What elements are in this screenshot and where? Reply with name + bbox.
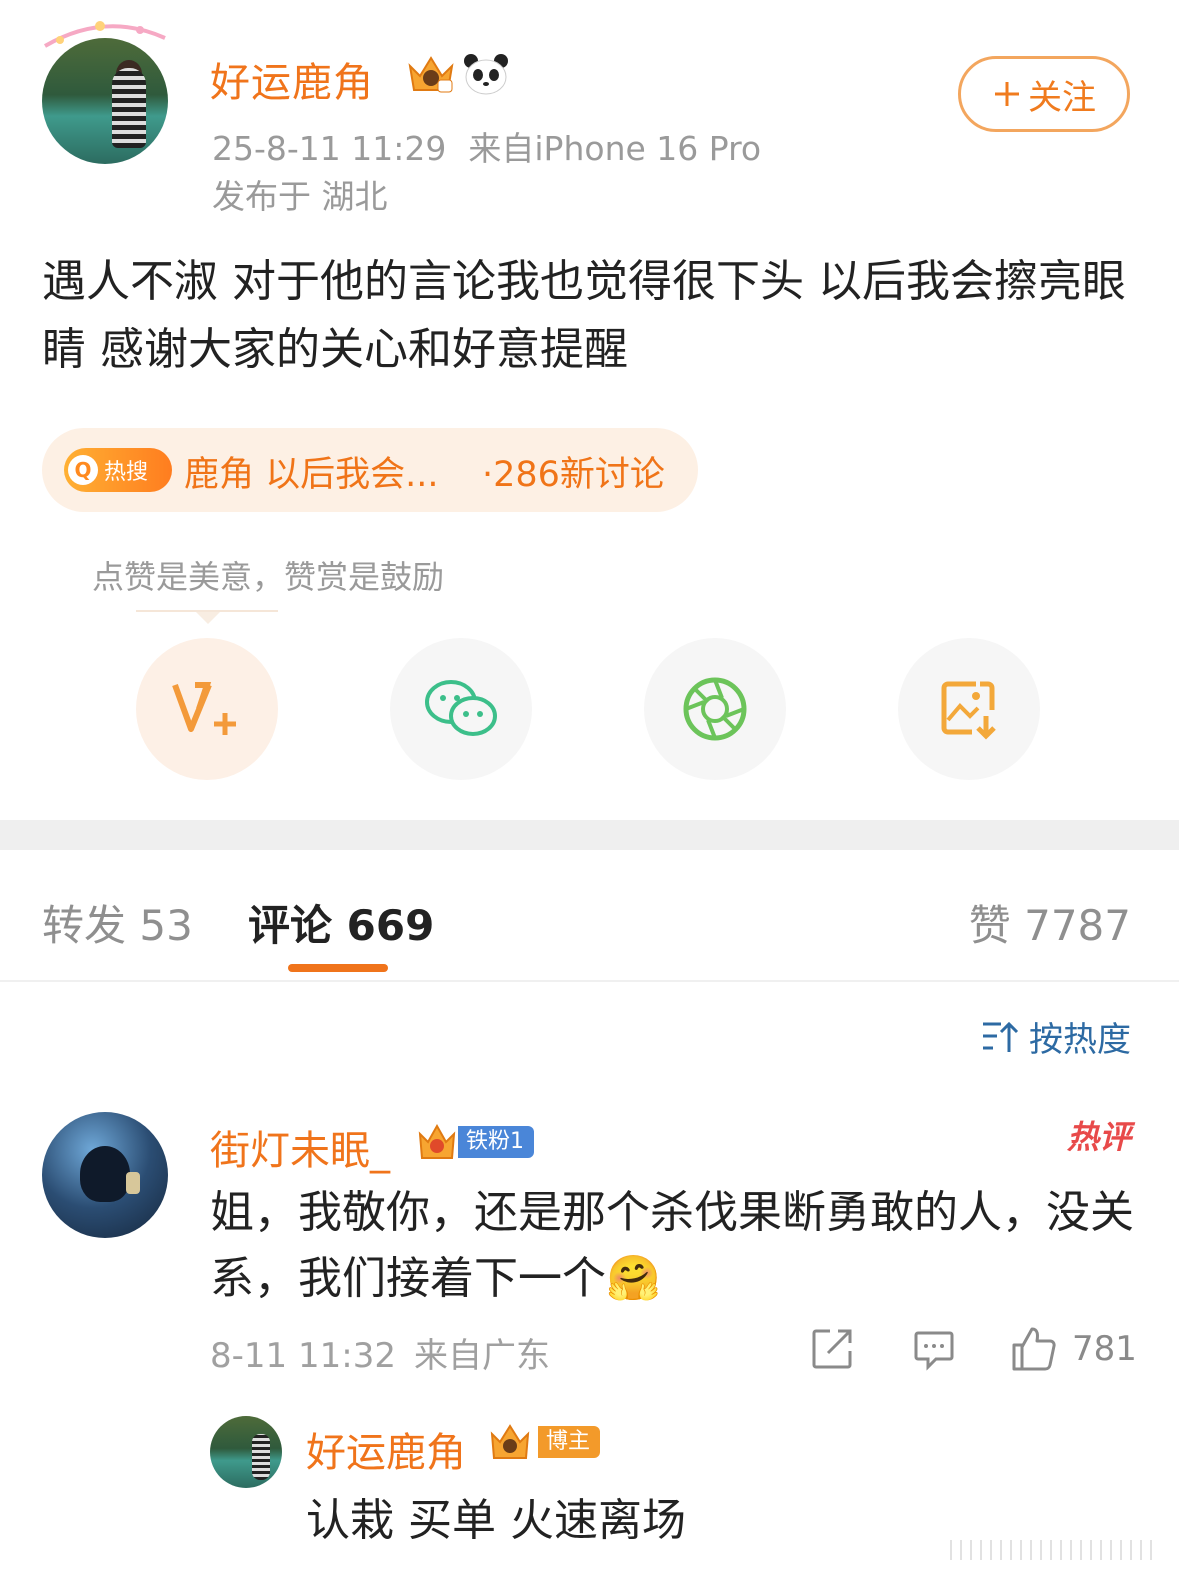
tabs-divider bbox=[0, 980, 1179, 982]
thumbs-up-icon bbox=[1012, 1327, 1056, 1371]
sort-button[interactable]: 按热度 bbox=[981, 1012, 1131, 1061]
follow-button[interactable]: 关注 bbox=[958, 56, 1130, 132]
comment-like-count: 781 bbox=[1072, 1329, 1137, 1369]
comment-like-button[interactable]: 781 bbox=[1010, 1324, 1137, 1374]
comment-reply-button[interactable] bbox=[912, 1324, 956, 1374]
comment-icon bbox=[914, 1331, 954, 1371]
post-location: 发布于 湖北 bbox=[212, 177, 388, 216]
comment-timestamp: 8-11 11:32 bbox=[210, 1336, 396, 1376]
post-author-avatar[interactable] bbox=[42, 38, 168, 164]
blogger-badge-label: 博主 bbox=[538, 1426, 601, 1458]
tab-like[interactable]: 赞 7787 bbox=[969, 892, 1131, 953]
hot-search-title[interactable]: 鹿角 以后我会... bbox=[184, 446, 439, 497]
sort-label: 按热度 bbox=[1029, 1020, 1131, 1060]
hot-search-badge: Q 热搜 bbox=[64, 448, 172, 492]
follow-label: 关注 bbox=[1028, 77, 1096, 118]
search-icon: Q bbox=[68, 455, 98, 485]
commenter-avatar[interactable] bbox=[42, 1112, 168, 1238]
plus-icon bbox=[995, 82, 1019, 106]
panda-icon bbox=[464, 54, 508, 95]
share-moments-button[interactable] bbox=[644, 638, 786, 780]
post-content: 遇人不淑 对于他的言论我也觉得很下头 以后我会擦亮眼睛 感谢大家的关心和好意提醒 bbox=[42, 256, 1126, 375]
fan-badge: 铁粉1 bbox=[416, 1122, 534, 1162]
post-timestamp: 25-8-11 11:29 bbox=[212, 129, 447, 168]
save-image-icon bbox=[941, 681, 996, 740]
reward-tip: 点赞是美意，赞赏是鼓励 bbox=[92, 558, 445, 596]
active-tab-indicator bbox=[288, 964, 388, 972]
commenter-name[interactable]: 街灯未眠_ bbox=[210, 1118, 390, 1176]
comment-meta: 8-11 11:32 来自广东 bbox=[210, 1328, 550, 1377]
reply-author-avatar[interactable] bbox=[210, 1416, 282, 1488]
share-icon bbox=[812, 1329, 852, 1369]
tab-comment[interactable]: 评论 669 bbox=[248, 892, 434, 953]
tip-pointer bbox=[196, 612, 220, 624]
sort-icon bbox=[983, 1021, 1019, 1052]
save-image-button[interactable] bbox=[898, 638, 1040, 780]
hot-search-badge-label: 热搜 bbox=[104, 460, 149, 485]
comment-share-button[interactable] bbox=[810, 1324, 854, 1374]
section-divider bbox=[0, 820, 1179, 850]
tab-repost[interactable]: 转发 53 bbox=[42, 892, 193, 953]
blogger-badge: 博主 bbox=[488, 1422, 601, 1462]
fan-badge-label: 铁粉1 bbox=[458, 1126, 534, 1158]
reply-author-name[interactable]: 好运鹿角 bbox=[306, 1420, 466, 1478]
moments-icon bbox=[683, 677, 747, 741]
reward-v-plus-icon bbox=[172, 682, 236, 735]
reward-button[interactable] bbox=[136, 638, 278, 780]
watermark bbox=[950, 1540, 1160, 1560]
comment-text: 姐，我敬你，还是那个杀伐果断勇敢的人，没关系，我们接着下一个🤗 bbox=[210, 1187, 1134, 1304]
wechat-icon bbox=[425, 680, 497, 736]
post-source: 来自iPhone 16 Pro bbox=[468, 129, 762, 168]
crown-badge-icon bbox=[490, 1424, 530, 1459]
post-author-name[interactable]: 好运鹿角 bbox=[210, 50, 374, 108]
reply-text: 认栽 买单 火速离场 bbox=[306, 1495, 686, 1546]
crown-badge-icon bbox=[408, 56, 454, 93]
comment-location: 来自广东 bbox=[413, 1336, 550, 1376]
share-wechat-button[interactable] bbox=[390, 638, 532, 780]
hot-search-count: ·286新讨论 bbox=[482, 455, 665, 495]
hot-comment-label: 热评 bbox=[1066, 1118, 1131, 1156]
crown-badge-icon bbox=[418, 1123, 456, 1159]
post-meta: 25-8-11 11:29 来自iPhone 16 Pro bbox=[212, 122, 761, 170]
